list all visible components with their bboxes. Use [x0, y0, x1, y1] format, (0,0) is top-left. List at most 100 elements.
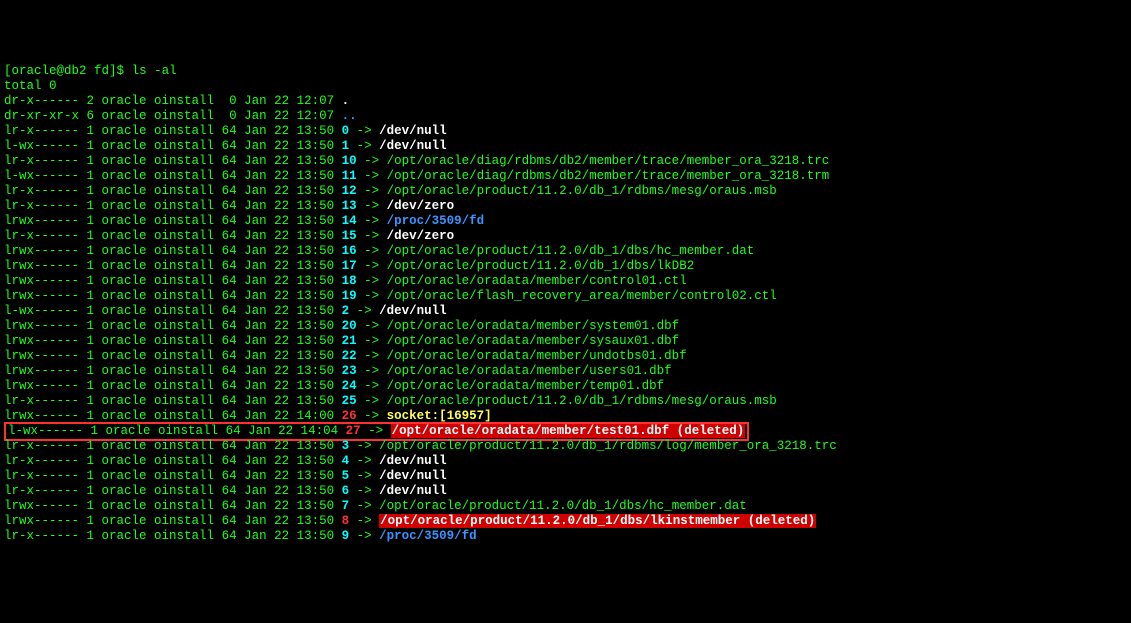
owner: oracle: [102, 409, 155, 423]
listing-row: lr-x------ 1 oracle oinstall 64 Jan 22 1…: [4, 469, 1127, 484]
link-target: /dev/null: [379, 484, 447, 498]
file-name: 24: [342, 379, 357, 393]
file-name: 18: [342, 274, 357, 288]
perm: dr-x------: [4, 94, 87, 108]
date: Jan 22 13:50: [244, 499, 342, 513]
arrow: ->: [357, 394, 387, 408]
listing-row: lrwx------ 1 oracle oinstall 64 Jan 22 1…: [4, 214, 1127, 229]
group: oinstall: [154, 394, 222, 408]
links: 1: [87, 514, 102, 528]
file-name: 19: [342, 289, 357, 303]
file-name: 13: [342, 199, 357, 213]
links: 1: [87, 394, 102, 408]
link-target: /opt/oracle/product/11.2.0/db_1/dbs/lkDB…: [387, 259, 695, 273]
perm: l-wx------: [8, 424, 91, 438]
links: 1: [87, 214, 102, 228]
group: oinstall: [154, 529, 222, 543]
link-target: /proc/3509/fd: [379, 529, 477, 543]
file-name: 4: [342, 454, 350, 468]
perm: lrwx------: [4, 514, 87, 528]
date: Jan 22 13:50: [244, 259, 342, 273]
listing-row: lr-x------ 1 oracle oinstall 64 Jan 22 1…: [4, 124, 1127, 139]
arrow: ->: [361, 424, 391, 438]
date: Jan 22 12:07: [244, 94, 342, 108]
links: 1: [87, 169, 102, 183]
link-target: /opt/oracle/diag/rdbms/db2/member/trace/…: [387, 154, 830, 168]
arrow: ->: [357, 184, 387, 198]
prompt-cwd: fd: [94, 64, 109, 78]
links: 1: [87, 349, 102, 363]
file-name: ..: [342, 109, 357, 123]
group: oinstall: [154, 154, 222, 168]
links: 1: [87, 469, 102, 483]
size: 64: [222, 349, 245, 363]
file-name: 14: [342, 214, 357, 228]
file-name: 9: [342, 529, 350, 543]
arrow: ->: [357, 409, 387, 423]
link-target: /opt/oracle/oradata/member/sysaux01.dbf: [387, 334, 680, 348]
owner: oracle: [102, 259, 155, 273]
owner: oracle: [106, 424, 159, 438]
link-target: /opt/oracle/oradata/member/control01.ctl: [387, 274, 687, 288]
arrow: ->: [357, 349, 387, 363]
date: Jan 22 13:50: [244, 124, 342, 138]
group: oinstall: [154, 319, 222, 333]
owner: oracle: [102, 334, 155, 348]
listing-row: l-wx------ 1 oracle oinstall 64 Jan 22 1…: [4, 424, 1127, 439]
perm: lrwx------: [4, 214, 87, 228]
links: 1: [87, 274, 102, 288]
owner: oracle: [102, 184, 155, 198]
date: Jan 22 13:50: [244, 349, 342, 363]
total-text: total 0: [4, 79, 57, 93]
size: 64: [222, 379, 245, 393]
file-name: 25: [342, 394, 357, 408]
arrow: ->: [357, 379, 387, 393]
file-name: 21: [342, 334, 357, 348]
size: 64: [222, 334, 245, 348]
perm: lr-x------: [4, 199, 87, 213]
perm: lr-x------: [4, 154, 87, 168]
owner: oracle: [102, 349, 155, 363]
date: Jan 22 13:50: [244, 529, 342, 543]
listing-row: lrwx------ 1 oracle oinstall 64 Jan 22 1…: [4, 364, 1127, 379]
listing-row: lrwx------ 1 oracle oinstall 64 Jan 22 1…: [4, 319, 1127, 334]
link-target: /opt/oracle/diag/rdbms/db2/member/trace/…: [387, 169, 830, 183]
links: 1: [87, 139, 102, 153]
links: 1: [87, 364, 102, 378]
group: oinstall: [154, 124, 222, 138]
group: oinstall: [154, 169, 222, 183]
size: 64: [222, 229, 245, 243]
arrow: ->: [349, 454, 379, 468]
group: oinstall: [154, 364, 222, 378]
arrow: ->: [357, 214, 387, 228]
owner: oracle: [102, 244, 155, 258]
owner: oracle: [102, 529, 155, 543]
perm: l-wx------: [4, 139, 87, 153]
links: 1: [87, 454, 102, 468]
perm: lrwx------: [4, 289, 87, 303]
arrow: ->: [357, 259, 387, 273]
group: oinstall: [154, 514, 222, 528]
owner: oracle: [102, 499, 155, 513]
arrow: ->: [349, 304, 379, 318]
owner: oracle: [102, 229, 155, 243]
file-name: 5: [342, 469, 350, 483]
owner: oracle: [102, 109, 155, 123]
listing-row: lrwx------ 1 oracle oinstall 64 Jan 22 1…: [4, 379, 1127, 394]
links: 1: [87, 409, 102, 423]
command-text: ls -al: [132, 64, 177, 78]
owner: oracle: [102, 154, 155, 168]
perm: lr-x------: [4, 529, 87, 543]
perm: lr-x------: [4, 229, 87, 243]
link-target: /opt/oracle/product/11.2.0/db_1/dbs/lkin…: [379, 514, 816, 528]
file-name: 7: [342, 499, 350, 513]
file-name: 23: [342, 364, 357, 378]
date: Jan 22 13:50: [244, 169, 342, 183]
date: Jan 22 13:50: [244, 184, 342, 198]
file-name: 17: [342, 259, 357, 273]
date: Jan 22 13:50: [244, 229, 342, 243]
owner: oracle: [102, 304, 155, 318]
size: 0: [222, 94, 245, 108]
links: 1: [87, 499, 102, 513]
owner: oracle: [102, 94, 155, 108]
